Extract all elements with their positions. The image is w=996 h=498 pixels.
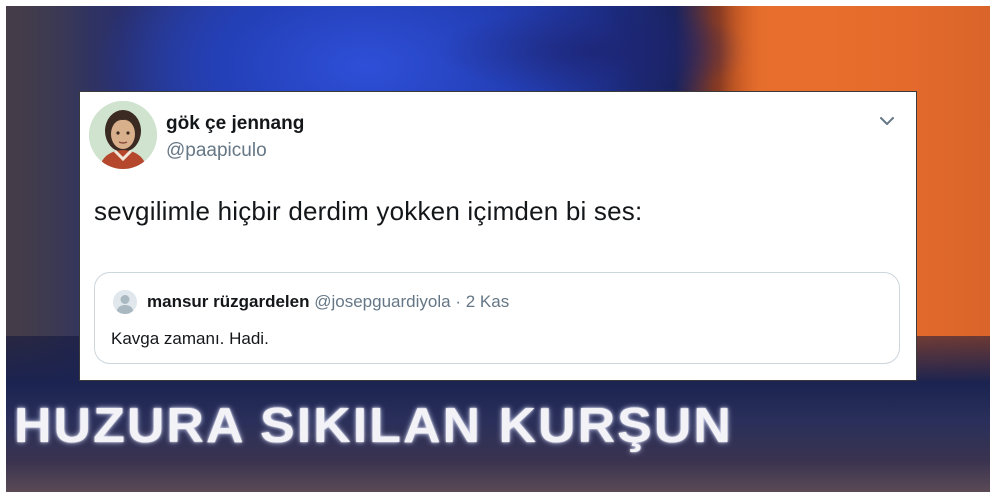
tv-headline: HUZURA SIKILAN KURŞUN <box>14 398 733 454</box>
quoted-date[interactable]: 2 Kas <box>466 292 509 311</box>
tweet-menu-button[interactable] <box>876 110 898 132</box>
tv-glare <box>436 6 756 96</box>
quoted-tweet-header: mansur rüzgardelen @josepguardiyola · 2 … <box>147 292 509 312</box>
quoted-display-name[interactable]: mansur rüzgardelen <box>147 292 310 311</box>
quoted-user-avatar[interactable] <box>113 290 137 314</box>
quoted-handle[interactable]: @josepguardiyola <box>314 292 450 311</box>
default-avatar-icon <box>113 290 137 314</box>
author-display-name[interactable]: gök çe jennang <box>166 113 304 135</box>
tweet-card[interactable]: gök çe jennang @paapiculo sevgilimle hiç… <box>79 91 917 381</box>
user-avatar[interactable] <box>89 101 157 169</box>
chevron-down-icon <box>880 117 894 125</box>
tweet-text: sevgilimle hiçbir derdim yokken içimden … <box>94 196 643 226</box>
author-handle[interactable]: @paapiculo <box>166 140 267 162</box>
quoted-tweet-text: Kavga zamanı. Hadi. <box>111 329 269 348</box>
portrait-avatar-icon <box>89 101 157 169</box>
quoted-separator: · <box>455 292 461 311</box>
quoted-tweet[interactable]: mansur rüzgardelen @josepguardiyola · 2 … <box>94 272 900 364</box>
